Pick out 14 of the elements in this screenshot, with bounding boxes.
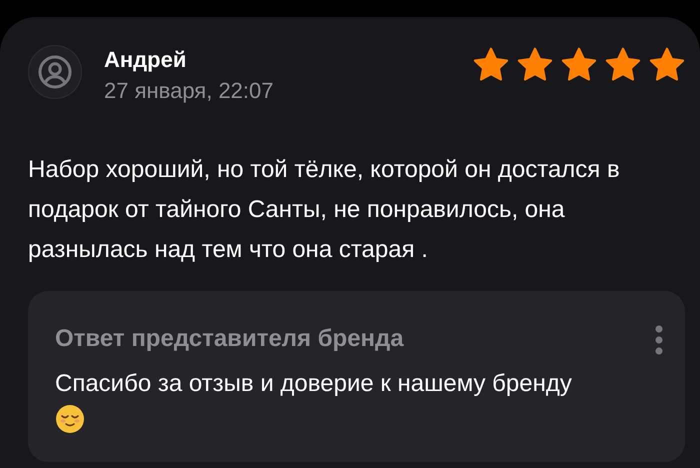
star-icon [472,47,510,83]
more-icon [655,325,663,355]
star-icon [604,47,642,83]
star-icon [560,47,598,83]
more-button[interactable] [653,324,665,356]
user-icon [37,54,73,90]
star-icon [516,47,554,83]
author-name: Андрей [104,47,188,73]
reply-title: Ответ представителя бренда [55,324,404,354]
smiley-icon [55,404,85,434]
reply-text: Спасибо за отзыв и доверие к нашему бренду [55,369,573,399]
star-icon [648,47,686,83]
review-text: Набор хороший, но той тёлке, которой он достался в подарок от тайного Санты, не понравилось, она разнылась над тем что она старая . [28,155,621,265]
review-date: 27 января, 22:07 [104,77,274,105]
